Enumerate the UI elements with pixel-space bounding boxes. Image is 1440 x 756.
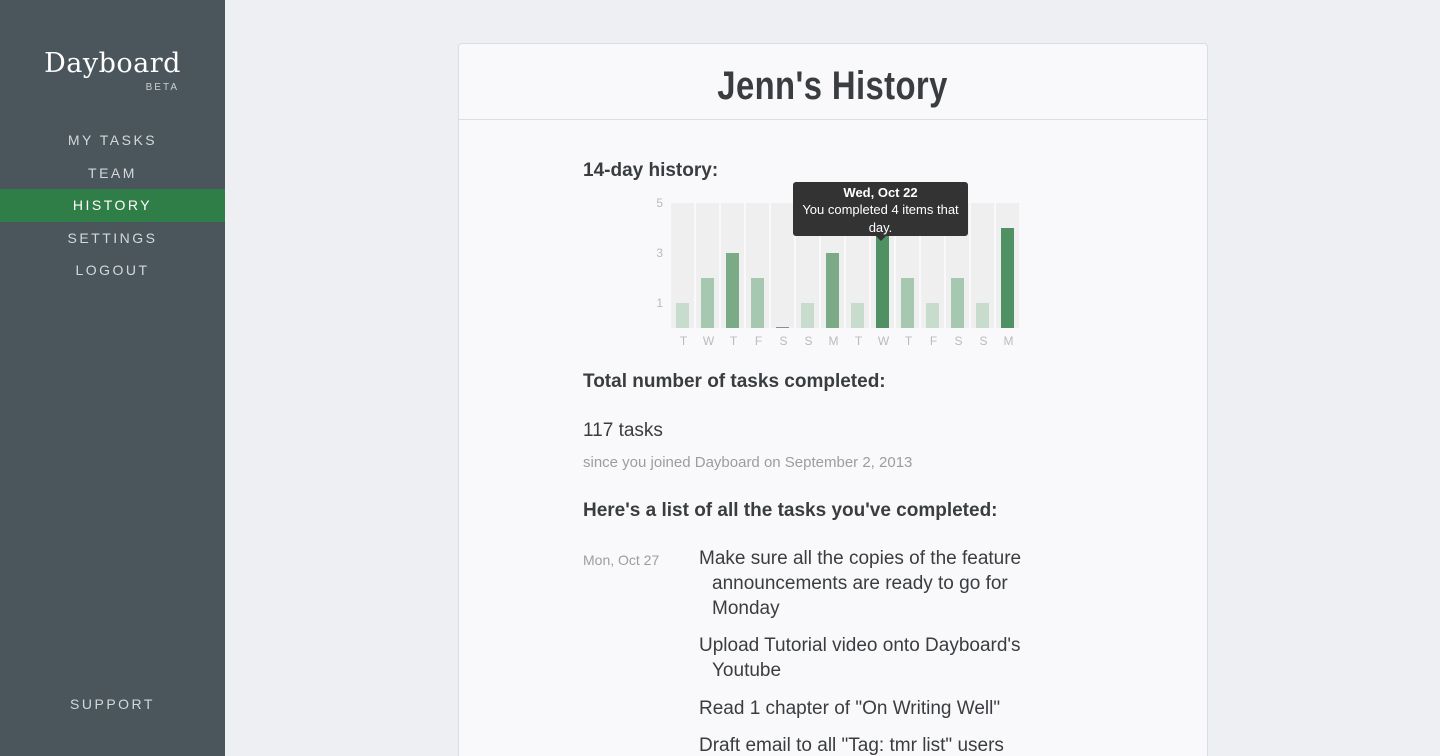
task-list-label: Here's a list of all the tasks you've co… [583, 500, 998, 521]
tooltip-text: You completed 4 items that day. [802, 202, 959, 235]
tooltip-arrow [876, 236, 886, 241]
y-tick-label: 1 [656, 296, 663, 310]
task-item[interactable]: Make sure all the copies of the feature … [699, 546, 1055, 621]
x-tick-label: M [829, 334, 839, 348]
bar[interactable] [751, 278, 764, 328]
tooltip-date: Wed, Oct 22 [843, 185, 918, 200]
page-title: Jenn's History [717, 64, 949, 108]
bar[interactable] [776, 327, 789, 328]
x-tick-label: S [779, 334, 787, 348]
x-tick-label: T [680, 334, 688, 348]
sidebar: Dayboard BETA MY TASKS TEAM HISTORY SETT… [0, 0, 225, 756]
bar[interactable] [901, 278, 914, 328]
history-label: 14-day history: [583, 160, 719, 181]
history-section: 14-day history: 5 3 1 T W T F S S M T W T F S S M [583, 160, 1083, 348]
y-tick-label: 3 [656, 246, 663, 260]
x-tick-label: F [755, 334, 762, 348]
total-since: since you joined Dayboard on September 2… [583, 454, 913, 471]
x-tick-label: F [930, 334, 937, 348]
bar[interactable] [951, 278, 964, 328]
beta-badge: BETA [145, 82, 179, 93]
bar[interactable] [926, 303, 939, 328]
bar-slot [771, 203, 794, 328]
bar[interactable] [976, 303, 989, 328]
x-tick-label: W [703, 334, 715, 348]
task-group-date: Mon, Oct 27 [583, 552, 660, 568]
bar[interactable] [1001, 228, 1014, 328]
x-tick-label: S [979, 334, 987, 348]
bar[interactable] [726, 253, 739, 328]
card-header: Jenn's History [459, 44, 1207, 120]
x-tick-label: S [954, 334, 962, 348]
total-label: Total number of tasks completed: [583, 371, 886, 392]
bar[interactable] [701, 278, 714, 328]
task-item[interactable]: Draft email to all "Tag: tmr list" users [699, 733, 1055, 756]
logo-text: Dayboard [44, 48, 181, 79]
bar[interactable] [801, 303, 814, 328]
bar[interactable] [676, 303, 689, 328]
x-tick-label: T [730, 334, 738, 348]
task-item[interactable]: Read 1 chapter of "On Writing Well" [699, 696, 1055, 721]
bar-tooltip: Wed, Oct 22 You completed 4 items that d… [793, 182, 968, 241]
nav-item-history[interactable]: HISTORY [0, 189, 225, 222]
history-card: Jenn's History 14-day history: 5 3 1 T W T F S S… [458, 43, 1208, 756]
support-link[interactable]: SUPPORT [0, 696, 225, 712]
x-tick-label: W [878, 334, 890, 348]
bar[interactable] [851, 303, 864, 328]
nav-item-logout[interactable]: LOGOUT [0, 254, 225, 287]
task-item[interactable]: Upload Tutorial video onto Dayboard's Yo… [699, 633, 1055, 683]
bar[interactable] [876, 228, 889, 328]
logo[interactable]: Dayboard BETA [0, 48, 225, 93]
x-tick-label: M [1004, 334, 1014, 348]
nav-item-team[interactable]: TEAM [0, 157, 225, 190]
main-nav: MY TASKS TEAM HISTORY SETTINGS LOGOUT [0, 124, 225, 287]
x-tick-label: T [905, 334, 913, 348]
nav-item-settings[interactable]: SETTINGS [0, 222, 225, 255]
total-count: 117 tasks [583, 420, 663, 441]
y-tick-label: 5 [656, 196, 663, 210]
nav-item-my-tasks[interactable]: MY TASKS [0, 124, 225, 157]
x-tick-label: T [855, 334, 863, 348]
bar[interactable] [826, 253, 839, 328]
x-tick-label: S [804, 334, 812, 348]
